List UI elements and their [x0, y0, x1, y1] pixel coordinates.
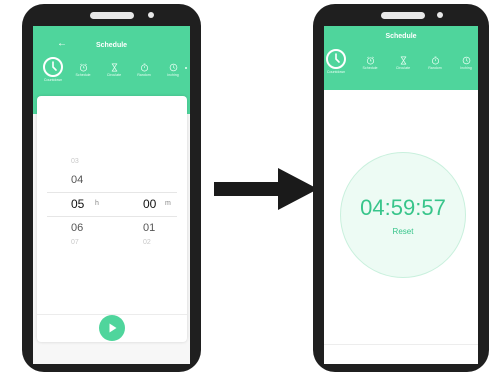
front-camera — [148, 12, 154, 18]
tab-label: Countdown — [43, 78, 63, 82]
timer-icon — [431, 56, 439, 65]
tab-countdown[interactable]: Countdown — [324, 48, 348, 74]
tab-inching[interactable]: Inching — [454, 56, 478, 70]
tab-random[interactable]: Random — [423, 56, 447, 70]
tab-label: Circulate — [395, 66, 411, 70]
app-header: Schedule Countdown Schedule Circulate Ra… — [324, 26, 478, 90]
tab-label: Circulate — [106, 73, 122, 77]
clock-icon — [43, 57, 63, 77]
left-phone: ← Schedule Countdown Schedule Circulate … — [22, 4, 201, 372]
clock-icon — [326, 49, 346, 69]
hour-selected[interactable]: 05 — [71, 197, 84, 211]
start-button[interactable] — [99, 315, 125, 341]
page-title: Schedule — [385, 33, 417, 40]
minute-option[interactable]: 02 — [143, 239, 151, 246]
tab-label: Random — [137, 73, 151, 77]
bottom-divider — [324, 344, 478, 345]
tab-circulate[interactable]: Circulate — [391, 56, 415, 70]
page-title: Schedule — [95, 42, 128, 49]
hourglass-icon — [111, 63, 117, 72]
left-screen: ← Schedule Countdown Schedule Circulate … — [33, 26, 190, 364]
hour-option[interactable]: 03 — [71, 158, 79, 165]
stopwatch-icon — [169, 63, 177, 72]
tab-label: Random — [428, 66, 442, 70]
more-tabs-dot — [185, 67, 187, 69]
tab-inching[interactable]: Inching — [161, 63, 185, 77]
time-picker-card: 03 04 05 h 00 m 06 01 07 02 — [37, 96, 187, 342]
hour-option[interactable]: 06 — [71, 222, 83, 234]
tab-label: Schedule — [75, 73, 91, 77]
timer-icon — [140, 63, 148, 72]
tab-label: Inching — [460, 66, 472, 70]
alarm-icon — [79, 63, 87, 72]
right-phone: Schedule Countdown Schedule Circulate Ra… — [313, 4, 489, 372]
transition-arrow-icon — [214, 168, 318, 210]
play-icon — [109, 323, 117, 333]
hour-option[interactable]: 07 — [71, 239, 79, 246]
tab-label: Schedule — [362, 66, 378, 70]
minute-selected[interactable]: 00 — [143, 197, 156, 211]
picker-selection-line-top — [47, 192, 177, 193]
alarm-icon — [366, 56, 374, 65]
speaker-grille — [381, 12, 425, 19]
countdown-ring: 04:59:57 Reset — [340, 152, 466, 278]
tab-circulate[interactable]: Circulate — [102, 63, 126, 77]
right-screen: Schedule Countdown Schedule Circulate Ra… — [324, 26, 478, 364]
stopwatch-icon — [462, 56, 470, 65]
tab-schedule[interactable]: Schedule — [358, 56, 382, 70]
hour-unit: h — [95, 200, 99, 207]
reset-button[interactable]: Reset — [341, 227, 465, 236]
tab-countdown[interactable]: Countdown — [40, 56, 66, 82]
tab-label: Countdown — [326, 70, 346, 74]
hour-option[interactable]: 04 — [71, 174, 83, 186]
minute-unit: m — [165, 200, 171, 207]
minute-option[interactable]: 01 — [143, 222, 155, 234]
tab-label: Inching — [167, 73, 179, 77]
tab-random[interactable]: Random — [132, 63, 156, 77]
speaker-grille — [90, 12, 134, 19]
countdown-time: 04:59:57 — [360, 195, 446, 220]
hourglass-icon — [400, 56, 406, 65]
picker-selection-line-bottom — [47, 216, 177, 217]
tab-schedule[interactable]: Schedule — [71, 63, 95, 77]
front-camera — [437, 12, 443, 18]
